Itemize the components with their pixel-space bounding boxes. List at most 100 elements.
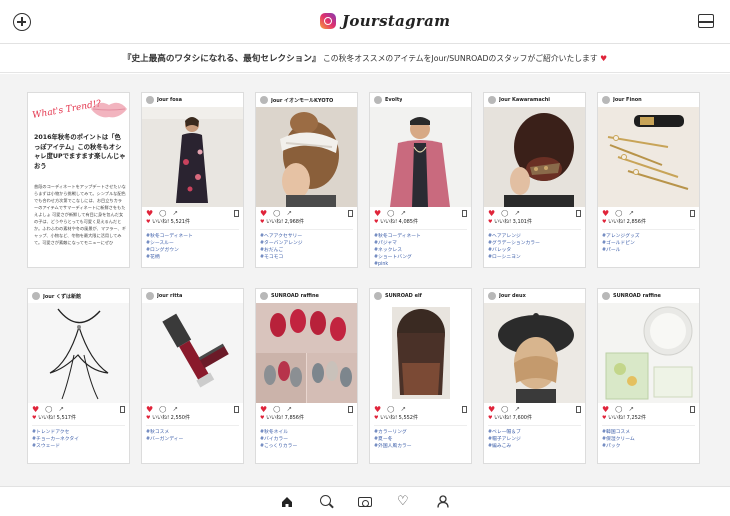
- post-photo[interactable]: [484, 303, 585, 403]
- heart-like-icon[interactable]: ♥: [146, 209, 153, 218]
- hashtag-link[interactable]: #ヘアアクセサリー: [256, 233, 357, 240]
- hashtag-link[interactable]: #バレッタ: [484, 247, 585, 254]
- post-username[interactable]: SUNROAD elf: [385, 293, 422, 299]
- hashtag-link[interactable]: #アレンジグッズ: [598, 233, 699, 240]
- share-icon[interactable]: ↗: [286, 209, 291, 217]
- share-icon[interactable]: ↗: [514, 209, 519, 217]
- post-card[interactable]: Evolty ♥ ◯ ↗ ♥ いいね! 4,085件 #秋冬コーディネート #パジ…: [369, 92, 472, 268]
- avatar[interactable]: [488, 96, 496, 104]
- share-icon[interactable]: ↗: [400, 405, 405, 413]
- inbox-icon[interactable]: [698, 14, 714, 28]
- post-card[interactable]: Jour イオンモールKYOTO ♥ ◯ ↗ ♥ いいね! 2,968件 #ヘア…: [255, 92, 358, 268]
- bookmark-icon[interactable]: [234, 405, 239, 413]
- bookmark-icon[interactable]: [462, 209, 467, 217]
- post-card[interactable]: Jour くずは新館 ♥ ◯ ↗ ♥ いいね! 5,517件 #トレンドアクセ #…: [27, 288, 130, 464]
- hashtag-link[interactable]: #ベレー帽＆ブ: [484, 429, 585, 436]
- hashtag-link[interactable]: #シースルー: [142, 240, 243, 247]
- post-card[interactable]: Jour ritta ♥ ◯ ↗ ♥ いいね! 2,550件 #秋コスメ #バーガ…: [141, 288, 244, 464]
- hashtag-link[interactable]: #秋冬コーディネート: [370, 233, 471, 240]
- post-photo[interactable]: [142, 107, 243, 207]
- hashtag-link[interactable]: #グラデーションカラー: [484, 240, 585, 247]
- hashtag-link[interactable]: #保湿クリーム: [598, 436, 699, 443]
- avatar[interactable]: [260, 96, 268, 104]
- post-photo[interactable]: [370, 107, 471, 207]
- hashtag-link[interactable]: #秋冬ネイル: [256, 429, 357, 436]
- post-username[interactable]: SUNROAD raffine: [613, 293, 661, 299]
- post-username[interactable]: Jour Kawaramachi: [499, 97, 550, 103]
- add-post-icon[interactable]: [13, 13, 31, 31]
- hashtag-link[interactable]: #外国人風カラー: [370, 443, 471, 450]
- share-icon[interactable]: ↗: [628, 209, 633, 217]
- search-icon[interactable]: [320, 495, 331, 506]
- camera-icon[interactable]: [358, 497, 372, 507]
- post-card[interactable]: Jour fosa ♥ ◯ ↗ ♥ いいね! 5,521件 #秋冬コーディネート…: [141, 92, 244, 268]
- hashtag-link[interactable]: #パック: [598, 443, 699, 450]
- share-icon[interactable]: ↗: [172, 405, 177, 413]
- post-username[interactable]: Jour くずは新館: [43, 293, 81, 300]
- heart-like-icon[interactable]: ♥: [32, 405, 39, 414]
- post-photo[interactable]: [256, 107, 357, 207]
- home-icon[interactable]: [281, 496, 293, 508]
- heart-like-icon[interactable]: ♥: [602, 209, 609, 218]
- comment-icon[interactable]: ◯: [159, 405, 166, 413]
- hashtag-link[interactable]: #ターバンアレンジ: [256, 240, 357, 247]
- post-username[interactable]: SUNROAD raffine: [271, 293, 319, 299]
- post-username[interactable]: Jour deux: [499, 293, 526, 299]
- avatar[interactable]: [602, 96, 610, 104]
- hashtag-link[interactable]: #モコモコ: [256, 254, 357, 261]
- hashtag-link[interactable]: #秋コスメ: [142, 429, 243, 436]
- hashtag-link[interactable]: #トレンドアクセ: [28, 429, 129, 436]
- hashtag-link[interactable]: #夏ー冬: [370, 436, 471, 443]
- comment-icon[interactable]: ◯: [615, 209, 622, 217]
- comment-icon[interactable]: ◯: [273, 209, 280, 217]
- heart-like-icon[interactable]: ♥: [602, 405, 609, 414]
- comment-icon[interactable]: ◯: [387, 209, 394, 217]
- heart-like-icon[interactable]: ♥: [260, 405, 267, 414]
- heart-like-icon[interactable]: ♥: [488, 209, 495, 218]
- bookmark-icon[interactable]: [690, 405, 695, 413]
- post-username[interactable]: Jour Finon: [613, 97, 642, 103]
- post-username[interactable]: Jour イオンモールKYOTO: [271, 97, 333, 104]
- bookmark-icon[interactable]: [576, 209, 581, 217]
- post-photo[interactable]: [484, 107, 585, 207]
- app-logo[interactable]: Jourstagram: [320, 12, 450, 30]
- hashtag-link[interactable]: #バーガンディー: [142, 436, 243, 443]
- bookmark-icon[interactable]: [120, 405, 125, 413]
- post-photo[interactable]: [256, 303, 357, 403]
- post-username[interactable]: Jour fosa: [157, 97, 182, 103]
- post-photo[interactable]: [598, 303, 699, 403]
- hashtag-link[interactable]: #こっくりカラー: [256, 443, 357, 450]
- share-icon[interactable]: ↗: [628, 405, 633, 413]
- post-photo[interactable]: [142, 303, 243, 403]
- avatar[interactable]: [146, 292, 154, 300]
- post-card[interactable]: SUNROAD raffine ♥ ◯ ↗ ♥ いいね! 7,856件 #秋冬ネ…: [255, 288, 358, 464]
- comment-icon[interactable]: ◯: [159, 209, 166, 217]
- share-icon[interactable]: ↗: [400, 209, 405, 217]
- hashtag-link[interactable]: #チョーカーネクタイ: [28, 436, 129, 443]
- post-username[interactable]: Evolty: [385, 97, 402, 103]
- heart-like-icon[interactable]: ♥: [374, 209, 381, 218]
- hashtag-link[interactable]: #韓国コスメ: [598, 429, 699, 436]
- heart-like-icon[interactable]: ♥: [488, 405, 495, 414]
- share-icon[interactable]: ↗: [172, 209, 177, 217]
- post-photo[interactable]: [28, 303, 129, 403]
- hashtag-link[interactable]: #秋冬コーディネート: [142, 233, 243, 240]
- post-card[interactable]: Jour Kawaramachi ♥ ◯ ↗ ♥ いいね! 3,101件 #ヘア…: [483, 92, 586, 268]
- hashtag-link[interactable]: #おだんご: [256, 247, 357, 254]
- hashtag-link[interactable]: #ローシニヨン: [484, 254, 585, 261]
- avatar[interactable]: [488, 292, 496, 300]
- avatar[interactable]: [260, 292, 268, 300]
- hashtag-link[interactable]: #カラーリング: [370, 429, 471, 436]
- comment-icon[interactable]: ◯: [387, 405, 394, 413]
- hashtag-link[interactable]: #バイカラー: [256, 436, 357, 443]
- avatar[interactable]: [374, 96, 382, 104]
- post-card[interactable]: Jour deux ♥ ◯ ↗ ♥ いいね! 7,600件 #ベレー帽＆ブ #帽子…: [483, 288, 586, 464]
- share-icon[interactable]: ↗: [514, 405, 519, 413]
- comment-icon[interactable]: ◯: [501, 209, 508, 217]
- post-photo[interactable]: [598, 107, 699, 207]
- bookmark-icon[interactable]: [576, 405, 581, 413]
- hashtag-link[interactable]: #花柄: [142, 254, 243, 261]
- hashtag-link[interactable]: #スウェード: [28, 443, 129, 450]
- heart-like-icon[interactable]: ♥: [260, 209, 267, 218]
- post-card[interactable]: SUNROAD raffine ♥ ◯ ↗ ♥ いいね! 7,252件 #韓国コ…: [597, 288, 700, 464]
